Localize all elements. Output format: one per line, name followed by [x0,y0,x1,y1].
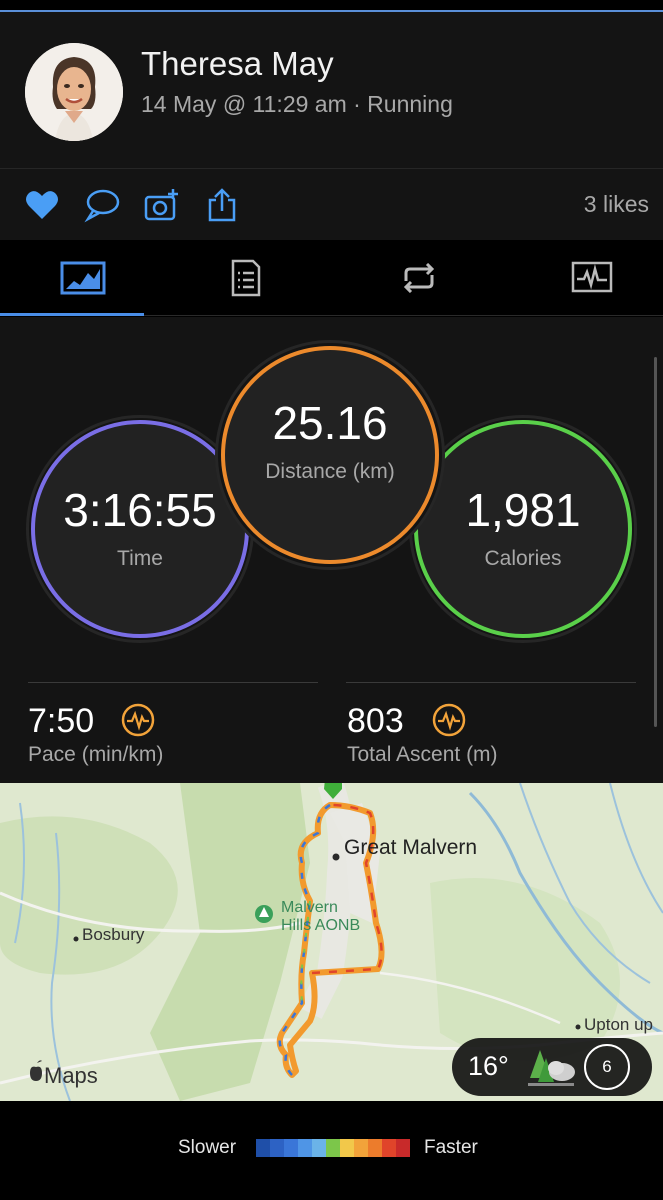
map-label-bosbury: Bosbury [82,925,145,944]
legend-swatch [298,1139,312,1157]
tab-details[interactable] [163,240,328,316]
activity-header: Theresa May 14 May @ 11:29 am · Running [0,12,663,168]
add-photo-icon[interactable] [144,187,180,223]
legend-slower-label: Slower [178,1137,237,1158]
time-label: Time [117,547,163,570]
tree-cloud-icon [528,1050,575,1086]
wind-speed: 6 [584,1044,630,1090]
map-label-great-malvern: Great Malvern [344,836,478,859]
legend-swatch [284,1139,298,1157]
tab-overview[interactable] [0,240,165,316]
legend-swatch [340,1139,354,1157]
action-bar: 3 likes [0,168,663,240]
weather-temperature: 16° [468,1051,509,1081]
pace-legend: Slower Faster [0,1101,663,1200]
calories-ring: 1,981 Calories [414,420,632,638]
route-map[interactable]: Great Malvern Malvern Hills AONB Bosbury… [0,783,663,1101]
distance-value: 25.16 [272,397,388,449]
activity-meta: 14 May @ 11:29 am · Running [141,91,453,117]
maps-attribution[interactable]: Maps [44,1063,98,1089]
pace-info-icon[interactable] [121,703,155,737]
activity-chart-icon [571,261,612,293]
stats-panel: 3:16:55 Time 1,981 Calories 25.16 Distan… [0,317,663,783]
tab-laps[interactable] [336,240,501,316]
legend-faster-label: Faster [424,1137,478,1158]
legend-swatch [368,1139,382,1157]
ascent-info-icon[interactable] [432,703,466,737]
time-ring: 3:16:55 Time [31,420,249,638]
comment-icon[interactable] [84,187,120,223]
distance-ring: 25.16 Distance (km) [221,346,439,564]
legend-swatch [382,1139,396,1157]
active-tab-indicator [0,313,144,316]
athlete-name[interactable]: Theresa May [141,45,334,83]
pace-value: 7:50 [28,702,95,740]
tab-charts[interactable] [509,240,663,316]
avatar[interactable] [25,43,123,141]
legend-swatch [312,1139,326,1157]
ascent-value: 803 [347,702,404,740]
calories-label: Calories [484,547,562,570]
map-label-malvern: Malvern [281,899,338,916]
metric-divider-left [28,682,318,683]
metric-divider-right [346,682,636,683]
heart-icon[interactable] [24,187,60,223]
pace-label: Pace (min/km) [28,743,164,766]
distance-label: Distance (km) [265,460,395,483]
scrollbar[interactable] [654,357,657,727]
time-value: 3:16:55 [63,484,217,536]
calories-value: 1,981 [465,484,581,536]
overview-chart-icon [60,261,105,295]
activity-tabs [0,240,663,316]
legend-swatch [396,1139,410,1157]
legend-swatch [270,1139,284,1157]
legend-swatch [326,1139,340,1157]
map-label-upton: Upton up [584,1015,653,1034]
map-label-hills-aonb: Hills AONB [281,917,361,934]
likes-count[interactable]: 3 likes [584,191,649,218]
ascent-label: Total Ascent (m) [347,743,498,766]
legend-color-scale [256,1139,410,1157]
legend-swatch [354,1139,368,1157]
weather-widget[interactable]: 16° 6 [452,1038,652,1096]
repeat-icon [403,263,434,293]
legend-swatch [256,1139,270,1157]
document-list-icon [231,259,260,297]
share-icon[interactable] [204,187,240,223]
